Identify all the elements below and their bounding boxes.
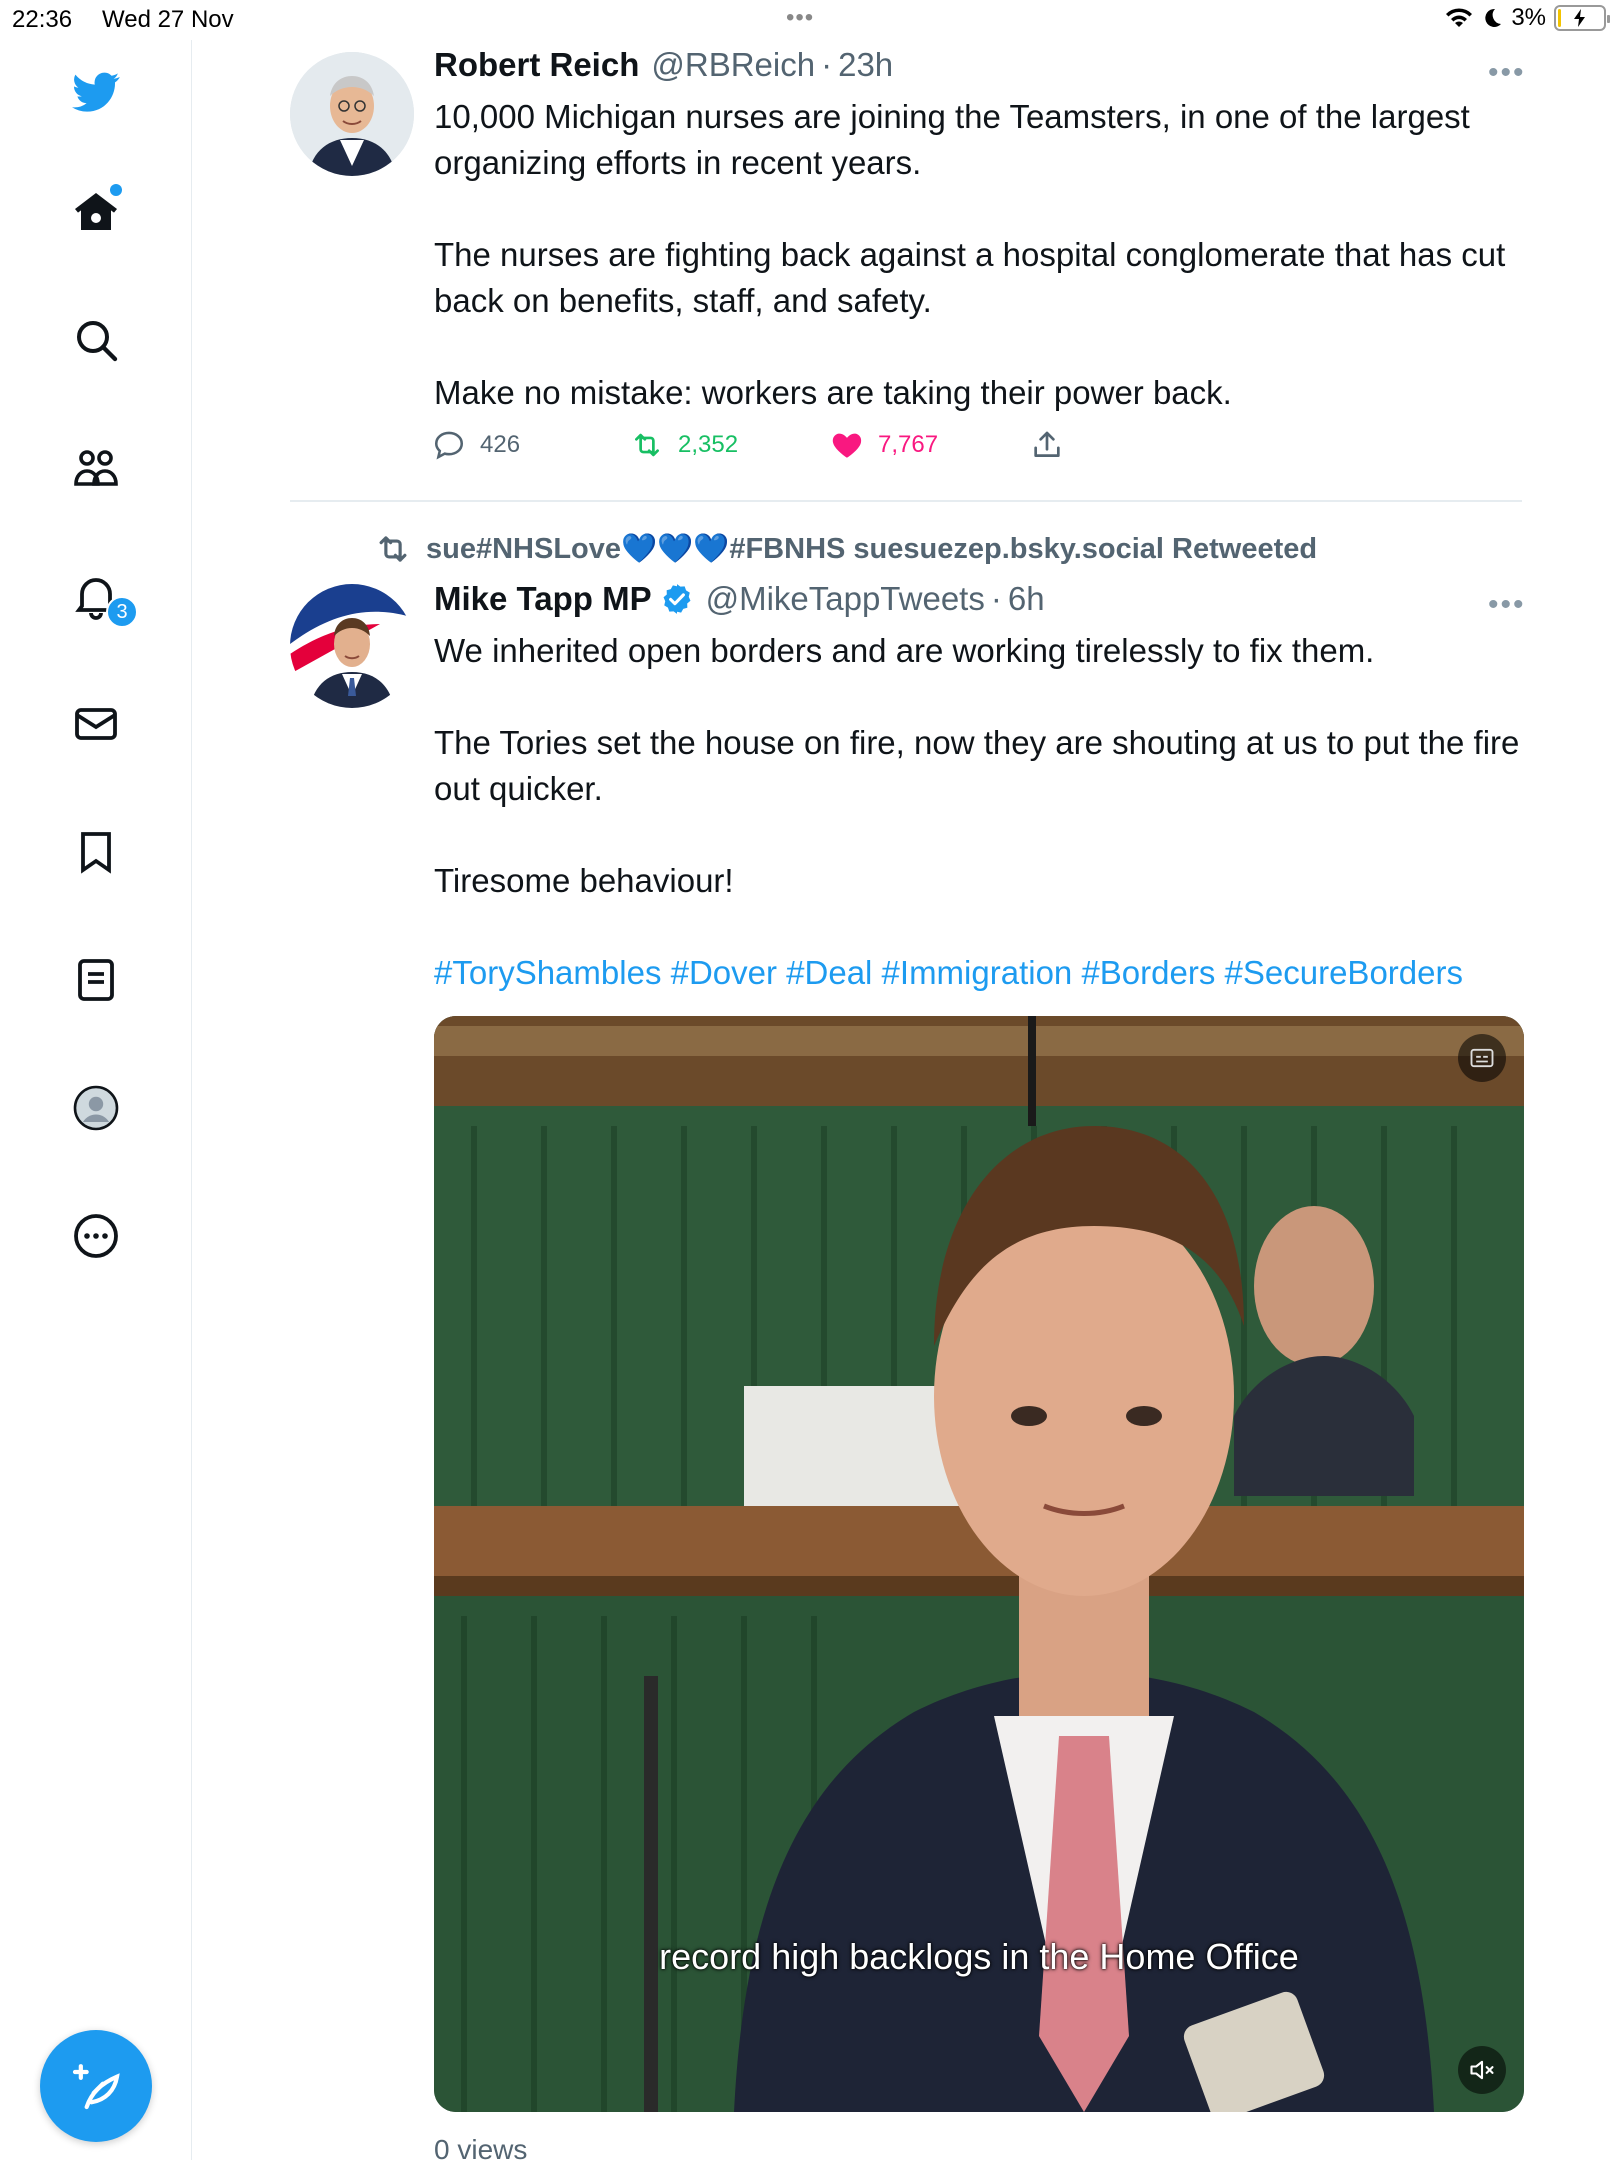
share-icon [1034, 431, 1060, 457]
reply-button[interactable]: 426 [432, 428, 520, 462]
communities-icon[interactable] [66, 438, 126, 498]
separator-dot: · [990, 580, 1002, 617]
wifi-icon [1446, 8, 1473, 27]
view-count: 0 views [434, 2134, 528, 2160]
avatar[interactable] [290, 584, 414, 708]
notifications-badge: 3 [106, 596, 138, 628]
tweet-actions: 426 2,352 7,767 [432, 428, 1152, 468]
compose-feather-icon [72, 2064, 120, 2110]
reply-icon [434, 431, 464, 460]
retweet-count: 2,352 [678, 431, 739, 458]
tweet-header: Mike Tapp MP @MikeTappTweets · 6h [434, 580, 1045, 618]
tweet-time[interactable]: 6h [1008, 580, 1045, 618]
like-button[interactable]: 7,767 [830, 428, 938, 462]
tweet-paragraph: The Tories set the house on fire, now th… [434, 724, 1520, 807]
battery-percent: 3% [1511, 4, 1546, 31]
tweet-paragraph: Tiresome behaviour! [434, 862, 734, 899]
tweet-time[interactable]: 23h [838, 46, 893, 84]
avatar[interactable] [290, 52, 414, 176]
mute-button[interactable] [1458, 2046, 1506, 2094]
author-handle[interactable]: @MikeTappTweets [706, 580, 985, 618]
verified-badge-icon [660, 582, 694, 616]
status-bar: 22:36 Wed 27 Nov ••• 3% [0, 0, 1620, 40]
home-icon[interactable] [66, 182, 126, 242]
retweet-icon [635, 433, 659, 457]
tweet-header: Robert Reich @RBReich · 23h [434, 46, 893, 84]
muted-speaker-icon [1470, 2060, 1494, 2080]
battery-icon [1554, 5, 1610, 31]
tweet-hashtags[interactable]: #ToryShambles #Dover #Deal #Immigration … [434, 950, 1534, 996]
status-date: Wed 27 Nov [102, 6, 234, 33]
author-name[interactable]: Mike Tapp MP [434, 580, 652, 618]
heart-icon [832, 433, 862, 458]
tweet-more-icon[interactable]: ••• [1488, 56, 1526, 90]
captions-icon [1470, 1048, 1494, 1068]
sidebar: 3 [0, 40, 192, 2160]
timeline: Robert Reich @RBReich · 23h ••• 10,000 M… [192, 40, 1620, 2160]
retweeted-by-line[interactable]: sue#NHSLove💙💙💙#FBNHS suesuezep.bsky.soci… [374, 530, 1317, 568]
status-indicators: 3% [1445, 4, 1610, 32]
tweet-text: 10,000 Michigan nurses are joining the T… [434, 94, 1544, 416]
multitasking-dots-icon[interactable]: ••• [786, 4, 814, 32]
author-name[interactable]: Robert Reich [434, 46, 639, 84]
tweet-paragraph: The nurses are fighting back against a h… [434, 236, 1506, 319]
media-settings-button[interactable] [1458, 1034, 1506, 1082]
status-time: 22:36 [12, 6, 73, 33]
tweet-more-icon[interactable]: ••• [1488, 588, 1526, 622]
twitter-bird-icon[interactable] [66, 62, 126, 122]
more-icon[interactable] [66, 1206, 126, 1266]
tweet-video[interactable]: record high backlogs in the Home Office [434, 1016, 1524, 2112]
retweet-icon [379, 536, 407, 562]
tweet-paragraph: 10,000 Michigan nurses are joining the T… [434, 98, 1470, 181]
tweet-paragraph: We inherited open borders and are workin… [434, 632, 1375, 669]
lists-icon[interactable] [66, 950, 126, 1010]
author-handle[interactable]: @RBReich [651, 46, 815, 84]
profile-icon[interactable] [66, 1078, 126, 1138]
compose-tweet-button[interactable] [40, 2030, 152, 2142]
reply-count: 426 [480, 431, 521, 458]
bookmarks-icon[interactable] [66, 822, 126, 882]
tweet-paragraph: Make no mistake: workers are taking thei… [434, 374, 1232, 411]
retweeted-by-text: sue#NHSLove💙💙💙#FBNHS suesuezep.bsky.soci… [426, 533, 1318, 565]
search-icon[interactable] [66, 310, 126, 370]
moon-icon [1485, 8, 1502, 27]
separator-dot: · [821, 46, 833, 83]
tweet-divider [290, 500, 1522, 502]
home-unread-dot [110, 184, 122, 196]
video-caption: record high backlogs in the Home Office [659, 1936, 1299, 1977]
retweet-button[interactable]: 2,352 [630, 428, 738, 462]
messages-icon[interactable] [66, 694, 126, 754]
share-button[interactable] [1030, 428, 1064, 462]
like-count: 7,767 [878, 431, 939, 458]
tweet-text: We inherited open borders and are workin… [434, 628, 1534, 996]
